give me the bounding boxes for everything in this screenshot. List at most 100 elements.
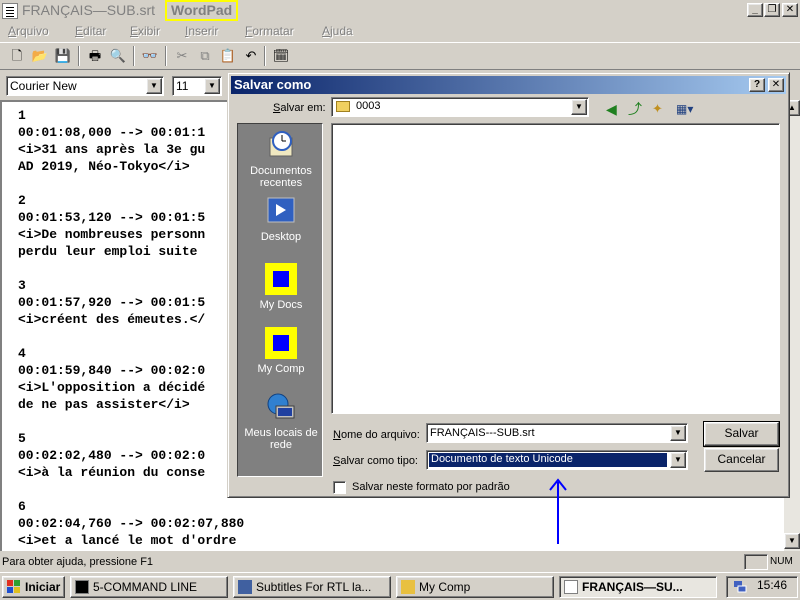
dialog-title-bar: Salvar como ? ✕ — [231, 76, 786, 94]
toolbar: 🗋 📂 💾 🖶 🔍 👓 ✂ ⧉ 📋 ↶ 🗓 — [0, 42, 800, 70]
chevron-down-icon[interactable]: ▼ — [204, 78, 220, 94]
filetype-value: Documento de texto Unicode — [431, 453, 573, 465]
task-subtitles[interactable]: Subtitles For RTL la... — [233, 576, 391, 598]
place-label: Documentos recentes — [250, 165, 312, 189]
task-command-line[interactable]: 5-COMMAND LINE — [70, 576, 228, 598]
network-icon[interactable] — [733, 580, 747, 594]
start-button[interactable]: Iniciar — [2, 576, 65, 598]
file-list[interactable] — [331, 123, 780, 414]
document-line: perdu leur emploi suite — [18, 244, 198, 259]
wordpad-doc-icon[interactable] — [2, 3, 18, 19]
filetype-select[interactable]: Documento de texto Unicode ▼ — [426, 450, 688, 470]
save-in-combobox[interactable]: 0003 ▼ — [331, 97, 589, 117]
find-icon[interactable]: 👓 — [139, 46, 161, 68]
document-line: 00:02:04,760 --> 00:02:07,880 — [18, 516, 245, 531]
toolbar-separator — [165, 46, 167, 66]
document-line: 1 — [18, 108, 26, 123]
title-bar: FRANÇAIS—SUB.srt WordPad _ ❐ ✕ — [0, 0, 800, 22]
cancel-button[interactable]: Cancelar — [704, 448, 779, 472]
task-label: Subtitles For RTL la... — [256, 580, 372, 594]
scroll-down-arrow-icon[interactable]: ▼ — [784, 533, 800, 549]
filetype-label: Salvar como tipo: — [333, 455, 418, 467]
place-label: My Docs — [259, 299, 303, 311]
toolbar-separator — [264, 46, 266, 66]
font-combobox[interactable]: Courier New ▼ — [6, 76, 164, 96]
app-window-icon — [238, 580, 252, 594]
save-as-dialog: Salvar como ? ✕ Salvar em: 0003 ▼ ◀ ⤴ ✦ … — [227, 72, 790, 498]
document-line: 00:01:08,000 --> 00:01:1 — [18, 125, 206, 140]
menu-inserir[interactable]: Inserir — [185, 24, 218, 38]
places-bar: Documentos recentes Desktop My Docs My C… — [237, 123, 323, 477]
place-label: My Comp — [257, 363, 305, 375]
wordpad-doc-icon — [564, 580, 578, 594]
chevron-down-icon[interactable]: ▼ — [670, 452, 686, 468]
view-menu-icon[interactable]: ▦▾ — [676, 101, 698, 117]
filename-input[interactable]: FRANÇAIS---SUB.srt ▼ — [426, 423, 688, 443]
save-button[interactable]: Salvar — [703, 421, 780, 447]
menu-ajuda[interactable]: Ajuda — [322, 24, 353, 38]
document-line: AD 2019, Néo-Tokyo</i> — [18, 159, 190, 174]
document-line: <i>31 ans après la 3e gu — [18, 142, 206, 157]
document-line: 2 — [18, 193, 26, 208]
document-line: 4 — [18, 346, 26, 361]
place-my-docs[interactable]: My Docs — [238, 262, 324, 311]
place-desktop[interactable]: Desktop — [238, 194, 324, 243]
print-icon[interactable]: 🖶 — [84, 46, 106, 68]
status-help-text: Para obter ajuda, pressione F1 — [2, 556, 154, 568]
document-line: 00:02:02,480 --> 00:02:0 — [18, 448, 206, 463]
status-panel — [744, 554, 768, 570]
clock-folder-icon — [269, 131, 293, 157]
chevron-down-icon[interactable]: ▼ — [670, 425, 686, 441]
menu-editar[interactable]: Editar — [75, 24, 106, 38]
open-icon[interactable]: 📂 — [29, 46, 51, 68]
up-folder-icon[interactable]: ⤴ — [628, 101, 644, 117]
new-icon[interactable]: 🗋 — [6, 46, 28, 68]
close-window-button[interactable]: ✕ — [782, 3, 798, 17]
new-folder-icon[interactable]: ✦ — [652, 101, 668, 117]
folder-icon — [336, 101, 350, 112]
task-my-comp[interactable]: My Comp — [396, 576, 554, 598]
default-format-label: Salvar neste formato por padrão — [352, 481, 510, 493]
menu-exibir[interactable]: Exibir — [130, 24, 160, 38]
document-line: de ne pas assister</i> — [18, 397, 190, 412]
undo-icon[interactable]: ↶ — [240, 46, 262, 68]
document-line: 00:01:57,920 --> 00:01:5 — [18, 295, 206, 310]
save-icon[interactable]: 💾 — [52, 46, 74, 68]
print-preview-icon[interactable]: 🔍 — [107, 46, 129, 68]
my-docs-icon — [265, 263, 297, 295]
date-time-icon[interactable]: 🗓 — [270, 46, 292, 68]
taskbar: Iniciar 5-COMMAND LINE Subtitles For RTL… — [0, 572, 800, 600]
menu-formatar[interactable]: Formatar — [245, 24, 294, 38]
network-places-icon — [267, 393, 295, 419]
filename-label: Nome do arquivo: — [333, 429, 420, 441]
restore-button[interactable]: ❐ — [764, 3, 780, 17]
document-line: <i>créent des émeutes.</ — [18, 312, 206, 327]
place-my-comp[interactable]: My Comp — [238, 326, 324, 375]
place-recent-documents[interactable]: Documentos recentes — [238, 128, 324, 189]
window-doc-title: FRANÇAIS—SUB.srt — [22, 2, 156, 18]
document-line: 5 — [18, 431, 26, 446]
dialog-title: Salvar como — [234, 77, 312, 92]
menu-arquivo[interactable]: Arquivo — [8, 24, 49, 38]
console-icon — [75, 580, 89, 594]
copy-icon[interactable]: ⧉ — [194, 46, 216, 68]
close-dialog-button[interactable]: ✕ — [768, 78, 784, 92]
size-value: 11 — [176, 79, 189, 93]
chevron-down-icon[interactable]: ▼ — [146, 78, 162, 94]
default-format-checkbox[interactable] — [333, 481, 346, 494]
size-combobox[interactable]: 11 ▼ — [172, 76, 222, 96]
paste-icon[interactable]: 📋 — [217, 46, 239, 68]
folder-icon — [401, 580, 415, 594]
minimize-button[interactable]: _ — [747, 3, 763, 17]
cut-icon[interactable]: ✂ — [171, 46, 193, 68]
task-wordpad[interactable]: FRANÇAIS—SU... — [559, 576, 717, 598]
help-button[interactable]: ? — [749, 78, 765, 92]
save-in-value: 0003 — [356, 100, 381, 112]
place-network[interactable]: Meus locais de rede — [238, 390, 324, 451]
task-label: 5-COMMAND LINE — [93, 580, 198, 594]
chevron-down-icon[interactable]: ▼ — [571, 99, 587, 115]
back-icon[interactable]: ◀ — [606, 101, 622, 117]
save-in-label: Salvar em: — [273, 102, 326, 114]
task-label: My Comp — [419, 580, 471, 594]
place-label: Desktop — [260, 231, 302, 243]
